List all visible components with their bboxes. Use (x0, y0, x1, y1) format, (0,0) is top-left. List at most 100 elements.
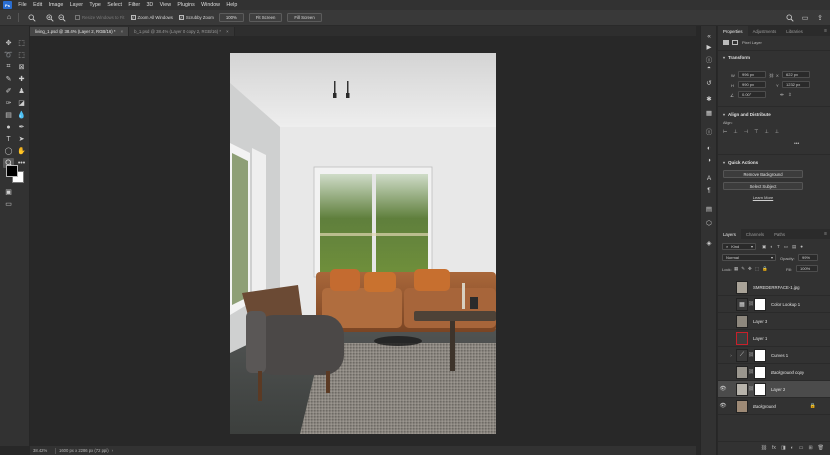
menu-edit[interactable]: Edit (30, 2, 46, 8)
tab-adjustments[interactable]: Adjustments (748, 26, 782, 36)
expand-arrow-icon[interactable]: › (728, 353, 734, 358)
info-icon[interactable]: ⓘ (704, 54, 714, 64)
lock-all-icon[interactable]: 🔒 (762, 266, 768, 272)
filter-type-icon[interactable]: T (777, 244, 780, 250)
mask-icon[interactable] (732, 40, 738, 45)
layer-filter-dropdown[interactable]: ⌕ Kind ▾ (722, 243, 756, 250)
flip-vertical-icon[interactable]: ⇳ (788, 92, 792, 98)
menu-3d[interactable]: 3D (143, 2, 156, 8)
layer-name[interactable]: Background (753, 404, 776, 409)
layer-row[interactable]: SMREDERRFACE-1.jpg (718, 279, 830, 296)
quick-mask-icon[interactable]: ▣ (3, 187, 14, 197)
close-icon[interactable]: × (226, 29, 229, 34)
dodge-tool-icon[interactable]: ● (3, 122, 14, 132)
tab-properties[interactable]: Properties (718, 26, 748, 36)
zoom-tool-preset-icon[interactable] (27, 13, 37, 23)
hand-tool-icon[interactable]: ✋ (16, 146, 27, 156)
zoom-100-button[interactable]: 100% (218, 13, 244, 22)
object-selection-tool-icon[interactable]: ⬚ (16, 50, 27, 60)
menu-type[interactable]: Type (86, 2, 104, 8)
new-layer-icon[interactable]: ⊞ (808, 445, 812, 451)
new-adjustment-icon[interactable]: ◐ (791, 445, 794, 451)
home-icon[interactable]: ⌂ (4, 13, 14, 23)
tab-layers[interactable]: Layers (718, 229, 741, 239)
zoom-out-icon[interactable] (57, 13, 67, 23)
menu-window[interactable]: Window (198, 2, 223, 8)
history-brush-tool-icon[interactable]: ✑ (3, 98, 14, 108)
align-top-icon[interactable]: ⊤ (754, 129, 758, 135)
paragraph-icon[interactable]: ¶ (704, 186, 714, 195)
align-right-icon[interactable]: ⊣ (744, 129, 748, 135)
panel-menu-icon[interactable]: ≡ (824, 229, 830, 239)
blur-tool-icon[interactable]: 💧 (16, 110, 27, 120)
foreground-color-swatch[interactable] (6, 165, 18, 177)
lock-position-icon[interactable]: ✥ (748, 266, 752, 272)
add-mask-icon[interactable]: ◨ (781, 445, 786, 451)
menu-view[interactable]: View (156, 2, 174, 8)
layer-name[interactable]: Curves 1 (771, 353, 788, 358)
lock-transparent-icon[interactable]: ▦ (734, 266, 738, 272)
align-center-h-icon[interactable]: ⊥ (733, 129, 737, 135)
zoom-in-icon[interactable] (45, 13, 55, 23)
menu-image[interactable]: Image (45, 2, 66, 8)
gradient-tool-icon[interactable]: ▤ (3, 110, 14, 120)
close-icon[interactable]: × (121, 29, 124, 34)
layer-name[interactable]: Layer 1 (753, 336, 767, 341)
scrubby-zoom-checkbox[interactable]: ✓ Scrubby Zoom (178, 15, 214, 20)
canvas-area[interactable] (30, 36, 696, 446)
info-panel-icon[interactable]: ⓘ (704, 126, 714, 136)
menu-layer[interactable]: Layer (67, 2, 87, 8)
layer-row[interactable]: ⛓ Background copy (718, 364, 830, 381)
y-field[interactable]: 1232 px (782, 81, 810, 88)
expand-panels-icon[interactable]: « (704, 32, 714, 41)
marquee-tool-icon[interactable]: ⬚ (16, 38, 27, 48)
screen-mode-icon[interactable]: ▭ (3, 199, 14, 209)
layers-comp-icon[interactable]: ◈ (704, 238, 714, 247)
history-icon[interactable]: ↺ (704, 78, 714, 87)
swatches-icon[interactable]: ▦ (704, 108, 714, 117)
libraries-icon[interactable]: ▤ (704, 204, 714, 213)
filter-pixel-icon[interactable]: ▣ (762, 244, 766, 250)
layer-style-icon[interactable]: fx (772, 445, 776, 451)
resize-windows-checkbox[interactable]: Resize Windows to Fit (75, 15, 125, 20)
zoom-all-windows-checkbox[interactable]: ✓ Zoom All Windows (130, 15, 173, 20)
layer-name[interactable]: Layer 3 (753, 319, 767, 324)
layer-row[interactable]: Layer 1 (718, 330, 830, 347)
filter-smart-icon[interactable]: ▤ (792, 244, 796, 250)
chevron-right-icon[interactable]: › (112, 448, 113, 453)
angle-field[interactable]: 0.00° (738, 91, 766, 98)
layer-name[interactable]: Background copy (771, 370, 804, 375)
height-field[interactable]: 990 px (738, 81, 766, 88)
lock-icon[interactable]: 🔒 (810, 403, 816, 409)
opacity-field[interactable]: 99% (798, 254, 818, 261)
zoom-level[interactable]: 38.42% (30, 448, 52, 453)
tab-paths[interactable]: Paths (769, 229, 790, 239)
lock-image-icon[interactable]: ✎ (741, 266, 745, 272)
type-tool-icon[interactable]: T (3, 134, 14, 144)
layer-row[interactable]: 👁 ⛓ Layer 2 (718, 381, 830, 398)
layer-mask-thumbnail[interactable] (754, 382, 766, 396)
move-tool-icon[interactable]: ✥ (3, 38, 14, 48)
navigator-icon[interactable]: ✱ (704, 94, 714, 103)
play-icon[interactable]: ▶ (704, 42, 714, 51)
link-layers-icon[interactable]: ⛓ (761, 445, 767, 451)
character-icon[interactable]: A (704, 174, 714, 183)
fit-screen-button[interactable]: Fit Screen (248, 13, 283, 22)
select-subject-button[interactable]: Select Subject (723, 182, 803, 190)
pen-tool-icon[interactable]: ✒ (16, 122, 27, 132)
share-icon[interactable]: ⇪ (815, 13, 825, 23)
transform-title[interactable]: ▾ Transform (718, 53, 755, 61)
crop-tool-icon[interactable]: ⌗ (3, 62, 14, 72)
brush-settings-icon[interactable]: ◓ (704, 64, 714, 73)
layer-mask-thumbnail[interactable] (754, 348, 766, 362)
brush-tool-icon[interactable]: ✐ (3, 86, 14, 96)
cube-icon[interactable]: ⬡ (704, 218, 714, 227)
filter-toggle-icon[interactable]: ● (800, 244, 803, 250)
quick-actions-title[interactable]: ▾ Quick Actions (718, 158, 763, 166)
more-options-icon[interactable]: ••• (794, 141, 799, 147)
path-selection-tool-icon[interactable]: ➤ (16, 134, 27, 144)
photoshop-logo-icon[interactable]: Ps (3, 1, 12, 9)
menu-filter[interactable]: Filter (125, 2, 143, 8)
layer-name[interactable]: SMREDERRFACE-1.jpg (753, 285, 800, 290)
tab-libraries[interactable]: Libraries (781, 26, 807, 36)
